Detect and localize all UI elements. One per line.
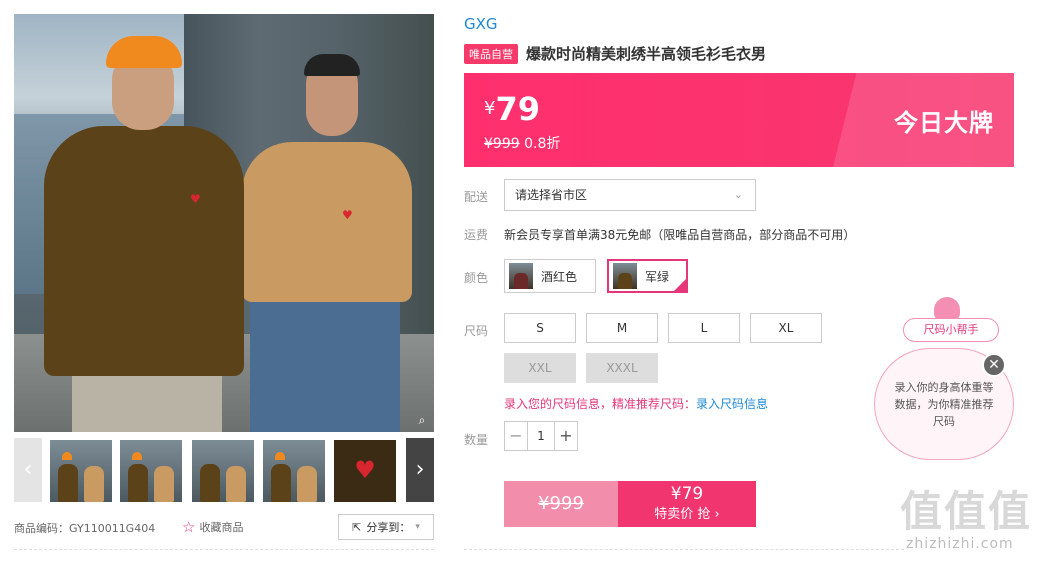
close-icon[interactable]: ✕ <box>982 353 1006 377</box>
size-option-m[interactable]: M <box>586 313 658 343</box>
price-value: 79 <box>495 90 540 128</box>
shipping-info: 新会员专享首单满38元免邮（限唯品自营商品，部分商品不可用） <box>504 228 856 242</box>
product-meta-bar: 商品编码：GY110011G404 ☆ 收藏商品 ⇱ 分享到： ▾ <box>14 512 434 540</box>
discount-rate: 0.8折 <box>524 136 561 152</box>
color-swatch <box>509 263 533 289</box>
check-icon: ✓ <box>673 278 687 292</box>
size-hint: 录入您的尺码信息，精准推荐尺码：录入尺码信息 <box>504 395 768 412</box>
size-hint-text: 录入您的尺码信息，精准推荐尺码： <box>504 397 697 411</box>
model-2-sweater <box>242 142 412 302</box>
size-option-s[interactable]: S <box>504 313 576 343</box>
divider <box>14 549 434 550</box>
size-helper-text: 录入你的身高体重等数据，为你精准推荐尺码 <box>894 380 994 428</box>
currency-symbol: ¥ <box>484 98 496 119</box>
today-brand-badge: 今日大牌 <box>894 109 994 137</box>
original-price-row: ¥999 0.8折 <box>484 133 560 153</box>
product-title: 爆款时尚精美刺绣半高领毛衫毛衣男 <box>526 45 767 63</box>
share-label: 分享到： <box>366 521 411 534</box>
thumbnail-prev-button[interactable]: ‹ <box>14 438 42 502</box>
favorite-label: 收藏商品 <box>199 521 244 534</box>
quantity-plus-button[interactable]: + <box>555 422 577 450</box>
buy-action-label: 特卖价 抢 › <box>654 507 720 522</box>
quantity-stepper: − 1 + <box>504 421 578 451</box>
color-option-wine[interactable]: 酒红色 <box>504 259 596 293</box>
self-operated-badge: 唯品自营 <box>464 43 518 64</box>
thumbnail-4[interactable] <box>263 440 325 502</box>
model-1-cap <box>106 36 182 68</box>
size-info-link[interactable]: 录入尺码信息 <box>696 397 768 411</box>
thumbnail-strip: ‹ ♥ › <box>14 438 434 502</box>
brand-link[interactable]: GXG <box>464 15 498 33</box>
favorite-button[interactable]: ☆ 收藏商品 <box>182 518 243 536</box>
main-product-image[interactable]: ♥ ♥ ⌕ <box>14 14 434 432</box>
original-price: ¥999 <box>484 136 520 152</box>
chevron-down-icon: ⌄ <box>733 188 743 201</box>
buy-button-group: ¥999 ¥79 特卖价 抢 › <box>504 481 756 527</box>
quantity-input[interactable]: 1 <box>527 422 555 450</box>
thumbnail-3[interactable] <box>192 440 254 502</box>
thumbnail-1[interactable] <box>50 440 112 502</box>
region-select[interactable]: 请选择省市区 ⌄ <box>504 179 756 211</box>
heart-emblem-icon: ♥ <box>190 192 201 206</box>
star-outline-icon: ☆ <box>182 518 196 536</box>
model-1-sweater <box>44 126 244 376</box>
price-banner: ¥79 ¥999 0.8折 今日大牌 <box>464 73 1014 167</box>
buy-price: ¥79 <box>670 484 704 504</box>
region-select-value: 请选择省市区 <box>515 188 588 202</box>
thumbnail-5[interactable]: ♥ <box>334 440 396 502</box>
heart-emblem-icon: ♥ <box>342 208 353 222</box>
model-2-jeans <box>250 294 400 432</box>
size-helper-tag[interactable]: 尺码小帮手 <box>903 318 999 342</box>
size-option-xxxl: XXXL <box>586 353 658 383</box>
delivery-label: 配送 <box>464 190 489 204</box>
current-price: ¥79 <box>484 90 540 128</box>
size-option-l[interactable]: L <box>668 313 740 343</box>
sku-code: 商品编码：GY110011G404 <box>14 522 156 535</box>
size-option-xl[interactable]: XL <box>750 313 822 343</box>
color-swatch <box>613 263 637 289</box>
original-price-display: ¥999 <box>504 481 618 527</box>
watermark: 值值值 <box>900 487 1033 536</box>
shipping-label: 运费 <box>464 228 489 242</box>
size-label: 尺码 <box>464 324 489 338</box>
quantity-label: 数量 <box>464 433 489 447</box>
divider <box>464 549 904 550</box>
share-button[interactable]: ⇱ 分享到： ▾ <box>338 514 434 540</box>
thumbnail-next-button[interactable]: › <box>406 438 434 502</box>
color-option-label: 军绿 <box>645 269 670 284</box>
size-option-xxl: XXL <box>504 353 576 383</box>
buy-now-button[interactable]: ¥79 特卖价 抢 › <box>618 481 756 527</box>
thumbnail-2[interactable] <box>120 440 182 502</box>
zoom-icon[interactable]: ⌕ <box>414 412 430 428</box>
title-row: 唯品自营 爆款时尚精美刺绣半高领毛衫毛衣男 <box>464 43 766 64</box>
color-label: 颜色 <box>464 271 489 285</box>
color-option-army-green[interactable]: 军绿 ✓ <box>607 259 688 293</box>
quantity-minus-button[interactable]: − <box>505 422 527 450</box>
share-icon: ⇱ <box>352 520 362 534</box>
color-option-label: 酒红色 <box>541 269 578 284</box>
model-2-hair <box>304 54 360 76</box>
watermark-url: zhizhizhi.com <box>906 536 1014 552</box>
chevron-down-icon: ▾ <box>415 522 420 532</box>
